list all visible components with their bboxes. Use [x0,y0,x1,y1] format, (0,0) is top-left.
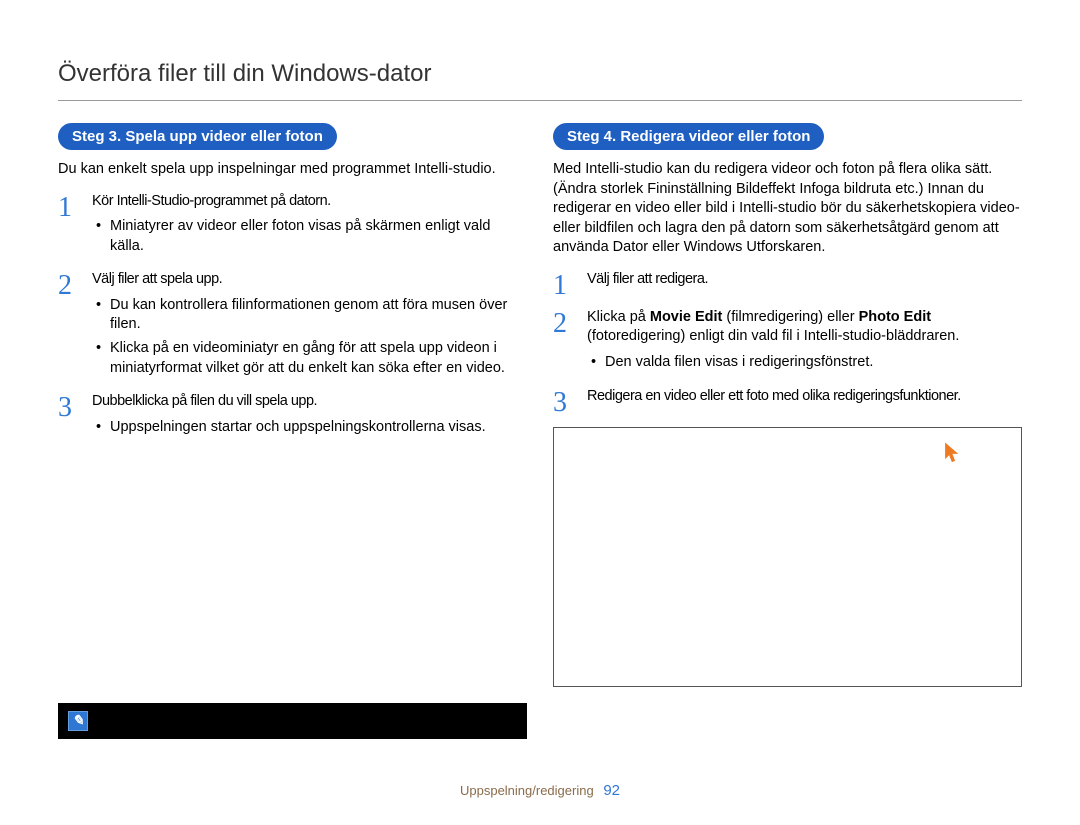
movie-edit-label: Movie Edit [650,309,723,325]
list-item: 1 Kör Intelli-Studio-programmet på dator… [58,192,527,263]
note-icon: ✎ [68,711,88,731]
step-number: 2 [58,270,92,300]
right-column: Steg 4. Redigera videor eller foton Med … [553,123,1022,739]
note-box: ✎ För tillgängliga filformat i Intelli-s… [58,703,527,739]
bullet: Klicka på en videominiatyr en gång för a… [110,339,527,378]
list-item: 2 Klicka på Movie Edit (filmredigering) … [553,308,1022,379]
step-head: Kör Intelli-Studio-programmet på datorn. [92,193,331,209]
step4-list: 1 Välj filer att redigera. 2 Klicka på M… [553,270,1022,417]
step-text: (filmredigering) eller [722,309,858,325]
screenshot-placeholder [553,427,1022,687]
left-column: Steg 3. Spela upp videor eller foton Du … [58,123,527,739]
note-text: För tillgängliga filformat i Intelli-stu… [98,711,343,723]
page-footer: Uppspelning/redigering 92 [0,782,1080,799]
step-number: 1 [553,270,587,300]
page-number: 92 [603,782,620,799]
step3-intro: Du kan enkelt spela upp inspelningar med… [58,160,527,180]
step-number: 3 [58,392,92,422]
step-head: Välj filer att redigera. [587,271,708,287]
page-title: Överföra filer till din Windows-dator [58,60,1022,101]
bullet: Den valda filen visas i redigeringsfönst… [605,353,1022,373]
step-number: 3 [553,387,587,417]
step3-list: 1 Kör Intelli-Studio-programmet på dator… [58,192,527,444]
list-item: 1 Välj filer att redigera. [553,270,1022,300]
list-item: 3 Dubbelklicka på filen du vill spela up… [58,392,527,443]
step-text: Klicka på [587,309,650,325]
bullet: Uppspelningen startar och uppspelningsko… [110,418,527,438]
list-item: 2 Välj filer att spela upp. Du kan kontr… [58,270,527,384]
photo-edit-label: Photo Edit [859,309,932,325]
content-columns: Steg 3. Spela upp videor eller foton Du … [58,123,1022,739]
step-number: 2 [553,308,587,338]
step-head: Dubbelklicka på filen du vill spela upp. [92,393,317,409]
step4-pill: Steg 4. Redigera videor eller foton [553,123,824,150]
step-head: Redigera en video eller ett foto med oli… [587,388,961,404]
bullet: Du kan kontrollera filinformationen geno… [110,296,527,335]
step-head: Välj filer att spela upp. [92,271,222,287]
cursor-icon [943,442,961,464]
list-item: 3 Redigera en video eller ett foto med o… [553,387,1022,417]
step4-intro: Med Intelli-studio kan du redigera video… [553,160,1022,258]
step-text: (fotoredigering) enligt din vald fil i I… [587,328,959,344]
footer-section: Uppspelning/redigering [460,783,594,798]
step3-pill: Steg 3. Spela upp videor eller foton [58,123,337,150]
bullet: Miniatyrer av videor eller foton visas p… [110,217,527,256]
step-number: 1 [58,192,92,222]
